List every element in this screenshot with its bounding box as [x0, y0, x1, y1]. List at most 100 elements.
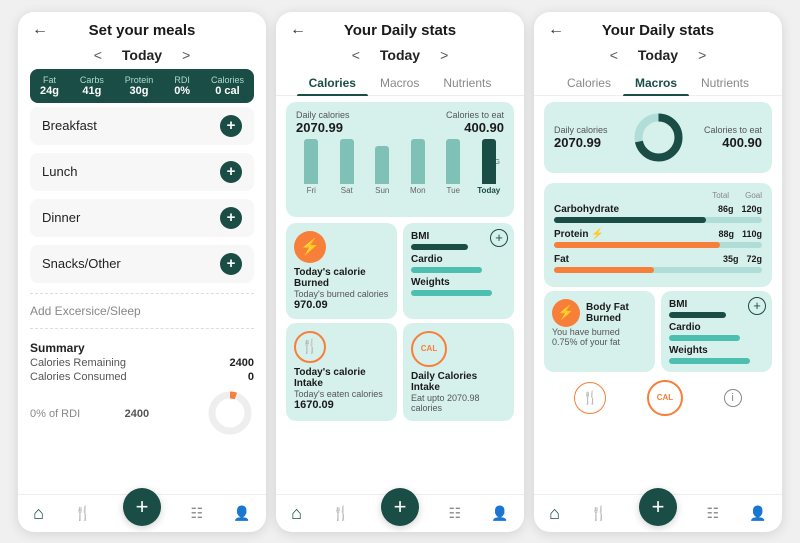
bar-chart: AVG Fri Sat Sun Mon	[296, 139, 504, 209]
add-lunch-btn[interactable]: +	[220, 161, 242, 183]
date-label-panel1: Today	[122, 47, 162, 63]
meal-snacks: Snacks/Other +	[30, 245, 254, 283]
calorie-intake-card: 🍴 Today's calorie Intake Today's eaten c…	[286, 323, 397, 421]
next-date-panel3[interactable]: >	[698, 47, 706, 63]
nav-home-panel3[interactable]: ⌂	[549, 503, 560, 524]
panel-daily-stats-calories: ← Your Daily stats < Today > Calories Ma…	[276, 12, 524, 532]
activity-add-btn[interactable]: +	[490, 229, 508, 247]
prev-date-panel2[interactable]: <	[352, 47, 360, 63]
bar-sat: Sat	[332, 139, 363, 195]
fab-btn-panel1[interactable]: +	[123, 488, 161, 526]
tab-calories-panel3[interactable]: Calories	[555, 71, 623, 95]
back-arrow-panel2[interactable]: ←	[290, 21, 306, 39]
daily-cal-stat: Daily calories 2070.99	[296, 110, 350, 135]
summary-title: Summary	[30, 341, 254, 355]
activity-cardio-p3: Cardio	[669, 322, 764, 341]
intake-icon-p3[interactable]: 🍴	[574, 382, 606, 414]
nav-home-panel2[interactable]: ⌂	[291, 503, 302, 524]
back-arrow-panel1[interactable]: ←	[32, 21, 48, 39]
protein-progress-fill	[554, 242, 720, 248]
panel1-header: ← Set your meals	[18, 12, 266, 45]
calorie-burned-card: ⚡ Today's calorie Burned Today's burned …	[286, 223, 397, 319]
tab-macros-panel2[interactable]: Macros	[368, 71, 431, 95]
meal-breakfast: Breakfast +	[30, 107, 254, 145]
tab-macros-panel3[interactable]: Macros	[623, 71, 689, 95]
panel-daily-stats-macros: ← Your Daily stats < Today > Calories Ma…	[534, 12, 782, 532]
donut-chart-mini	[206, 389, 254, 437]
next-date-panel2[interactable]: >	[440, 47, 448, 63]
nav-doc-panel2[interactable]: ☷	[448, 505, 461, 522]
date-label-panel3: Today	[638, 47, 678, 63]
carb-progress-fill	[554, 217, 706, 223]
add-snacks-btn[interactable]: +	[220, 253, 242, 275]
summary-bottom: 0% of RDI 2400	[18, 389, 266, 437]
tab-nutrients-panel2[interactable]: Nutrients	[431, 71, 503, 95]
bottom-nav-panel2: ⌂ 🍴 ☷ 👤 +	[276, 494, 524, 532]
bar-tue: Tue	[438, 139, 469, 195]
meal-dinner: Dinner +	[30, 199, 254, 237]
calories-consumed-row: Calories Consumed 0	[30, 371, 254, 383]
cards-row-panel2: ⚡ Today's calorie Burned Today's burned …	[286, 223, 514, 319]
macro-calories: Calories 0 cal	[211, 75, 244, 97]
intake-icon: 🍴	[294, 331, 326, 363]
info-icon-p3[interactable]: i	[724, 389, 742, 407]
donut-macros	[631, 110, 686, 165]
bodyfat-icon: ⚡	[552, 299, 580, 327]
add-dinner-btn[interactable]: +	[220, 207, 242, 229]
nav-fork-panel1[interactable]: 🍴	[74, 505, 91, 522]
bar-sun: Sun	[367, 139, 398, 195]
macro-fat-row: Fat 35g 72g	[554, 254, 762, 273]
nav-fork-panel3[interactable]: 🍴	[590, 505, 607, 522]
nav-user-panel3[interactable]: 👤	[749, 505, 766, 522]
activity-cardio: Cardio	[411, 254, 506, 273]
activity-card-panel3: + BMI Cardio Weights	[661, 291, 772, 372]
nav-doc-panel3[interactable]: ☷	[706, 505, 719, 522]
tabs-panel3: Calories Macros Nutrients	[534, 69, 782, 96]
macro-bar: Fat 24g Carbs 41g Protein 30g RDI 0% Cal…	[30, 69, 254, 103]
back-arrow-panel3[interactable]: ←	[548, 21, 564, 39]
nav-user-panel1[interactable]: 👤	[233, 505, 250, 522]
tab-nutrients-panel3[interactable]: Nutrients	[689, 71, 761, 95]
add-breakfast-btn[interactable]: +	[220, 115, 242, 137]
date-label-panel2: Today	[380, 47, 420, 63]
bar-fri: Fri	[296, 139, 327, 195]
nav-user-panel2[interactable]: 👤	[491, 505, 508, 522]
rdi-row: 0% of RDI 2400	[30, 404, 149, 422]
add-exercise-btn[interactable]: Add Excersice/Sleep	[18, 300, 266, 322]
macro-rdi: RDI 0%	[174, 75, 190, 97]
daily-calories-intake-card: CAL Daily Calories Intake Eat upto 2070.…	[403, 323, 514, 421]
macros-chart-card: Daily calories 2070.99 Calories to eat 4…	[544, 102, 772, 173]
activity-add-btn-p3[interactable]: +	[748, 297, 766, 315]
activity-weights: Weights	[411, 277, 506, 296]
bottom-icons-row-panel3: 🍴 CAL i	[544, 376, 772, 418]
tab-calories-panel2[interactable]: Calories	[297, 71, 368, 95]
chart-header: Daily calories 2070.99 Calories to eat 4…	[296, 110, 504, 135]
panel1-title: Set your meals	[89, 22, 196, 39]
intake-cards-row: 🍴 Today's calorie Intake Today's eaten c…	[286, 323, 514, 421]
nav-doc-panel1[interactable]: ☷	[190, 505, 203, 522]
bottom-nav-panel1: ⌂ 🍴 ☷ 👤 +	[18, 494, 266, 532]
next-date-panel1[interactable]: >	[182, 47, 190, 63]
calories-chart-card: Daily calories 2070.99 Calories to eat 4…	[286, 102, 514, 217]
prev-date-panel1[interactable]: <	[94, 47, 102, 63]
nav-fork-panel2[interactable]: 🍴	[332, 505, 349, 522]
panel3-header: ← Your Daily stats	[534, 12, 782, 45]
activity-weights-p3: Weights	[669, 345, 764, 364]
macro-protein: Protein 30g	[125, 75, 154, 97]
nav-home-panel1[interactable]: ⌂	[33, 503, 44, 524]
divider2	[30, 328, 254, 329]
macro-protein-row: Protein ⚡ 88g 110g	[554, 229, 762, 248]
bodyfat-row: ⚡ Body Fat Burned You have burned 0.75% …	[544, 291, 772, 372]
fat-progress-fill	[554, 267, 654, 273]
panel2-header: ← Your Daily stats	[276, 12, 524, 45]
macros-list: Total Goal Carbohydrate 86g 120g	[544, 183, 772, 287]
panel2-title: Your Daily stats	[344, 22, 456, 39]
fab-btn-panel2[interactable]: +	[381, 488, 419, 526]
divider1	[30, 293, 254, 294]
macro-carb-row: Carbohydrate 86g 120g	[554, 204, 762, 223]
prev-date-panel3[interactable]: <	[610, 47, 618, 63]
date-nav-panel2: < Today >	[276, 45, 524, 69]
meal-lunch: Lunch +	[30, 153, 254, 191]
burned-icon: ⚡	[294, 231, 326, 263]
fab-btn-panel3[interactable]: +	[639, 488, 677, 526]
